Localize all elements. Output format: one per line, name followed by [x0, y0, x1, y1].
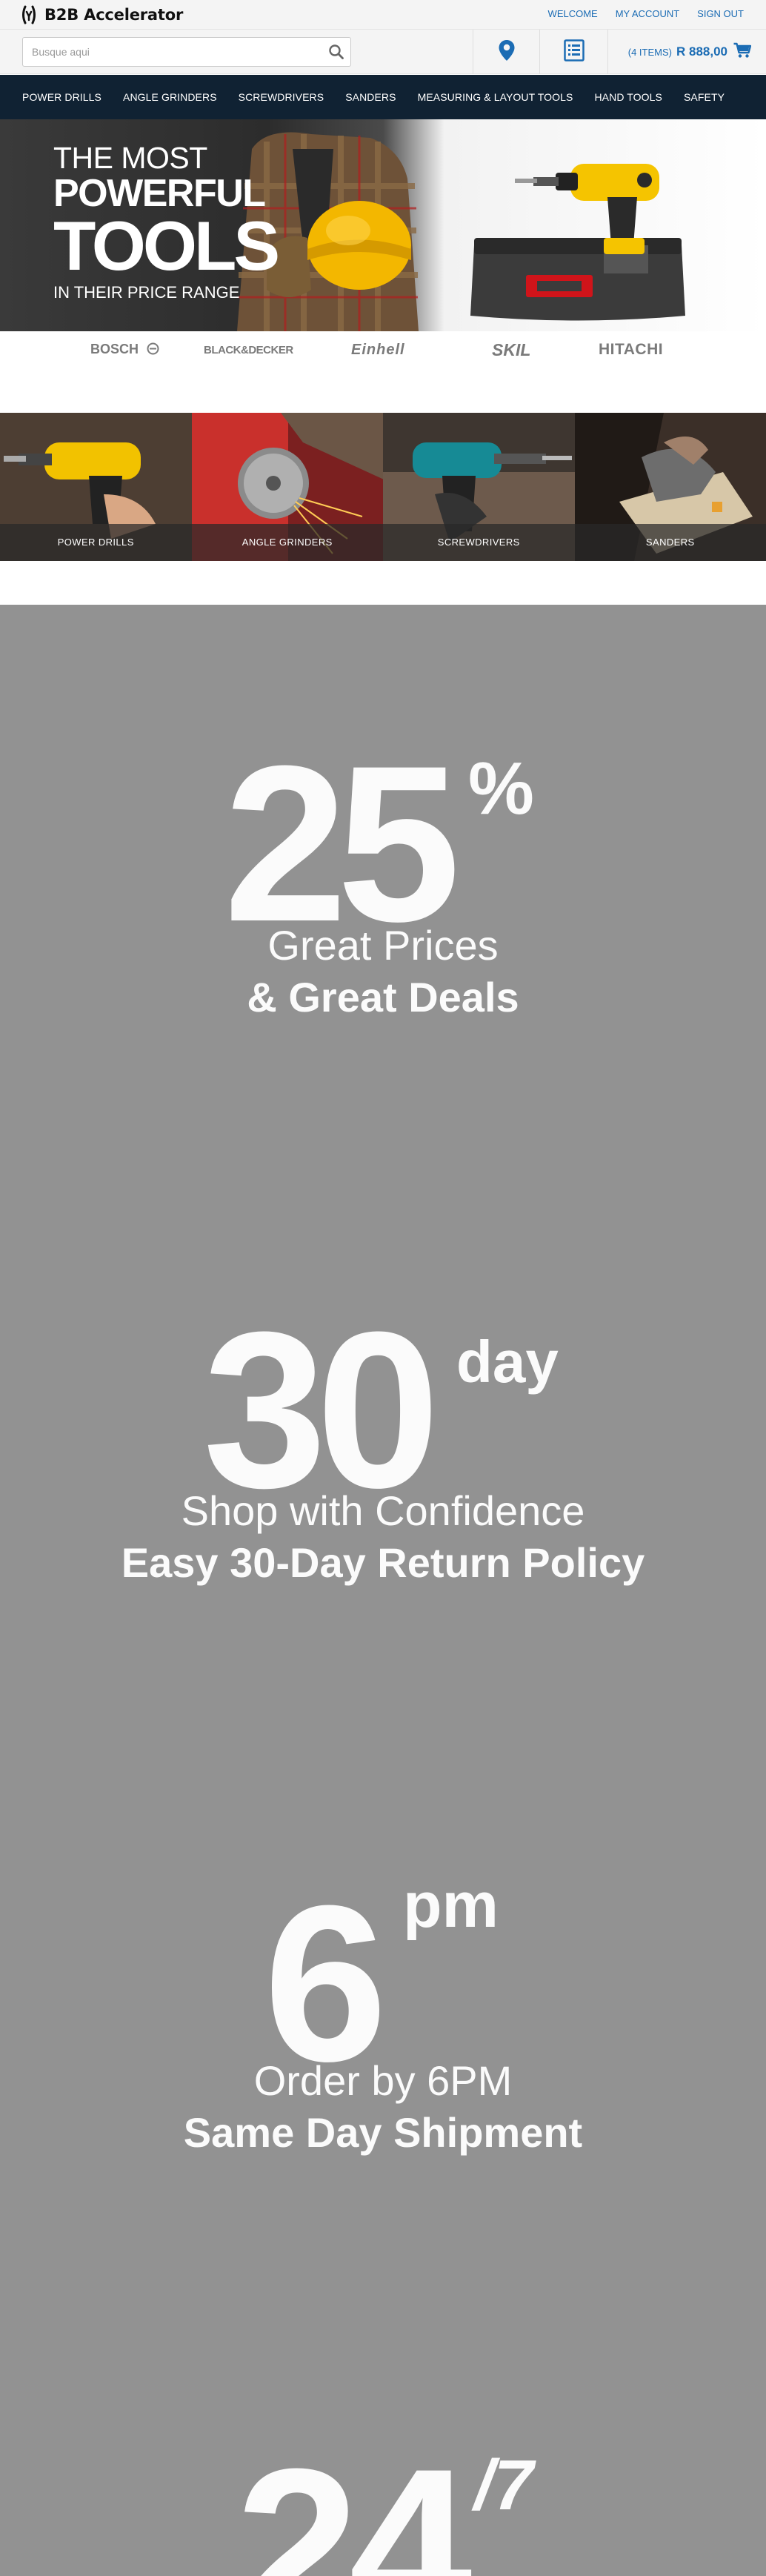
category-tiles: POWER DRILLS ANGLE GRINDERS SCREWDRIVERS…	[0, 413, 766, 561]
brand-black-decker[interactable]: BLACK&DECKER	[204, 344, 293, 356]
brand-hitachi[interactable]: HITACHI	[599, 341, 663, 359]
promo-line-1: Shop with Confidence	[181, 1487, 585, 1534]
brand-einhell-label: Einhell	[351, 342, 405, 358]
welcome-link[interactable]: WELCOME	[548, 8, 598, 19]
map-pin-icon	[498, 39, 516, 65]
logo-text: B2B Accelerator	[44, 6, 184, 24]
nav-item-power-drills[interactable]: POWER DRILLS	[22, 91, 101, 103]
shopping-cart-icon	[733, 42, 752, 62]
category-label: SCREWDRIVERS	[383, 524, 575, 561]
nav-item-measuring-layout-tools[interactable]: MEASURING & LAYOUT TOOLS	[418, 91, 573, 103]
nav-item-hand-tools[interactable]: HAND TOOLS	[594, 91, 662, 103]
category-tile-power-drills[interactable]: POWER DRILLS	[0, 413, 192, 561]
top-bar: B2B Accelerator WELCOME MY ACCOUNT SIGN …	[0, 0, 766, 30]
logo-icon	[21, 5, 37, 24]
nav-item-angle-grinders[interactable]: ANGLE GRINDERS	[123, 91, 217, 103]
promo-number: 25	[224, 719, 461, 968]
nav-item-screwdrivers[interactable]: SCREWDRIVERS	[239, 91, 324, 103]
my-account-link[interactable]: MY ACCOUNT	[616, 8, 679, 19]
cart-total: R 888,00	[676, 44, 727, 59]
hero-banner[interactable]: THE MOST POWERFUL TOOLS IN THEIR PRICE R…	[0, 119, 766, 331]
cart-item-count: (4 ITEMS)	[627, 46, 672, 58]
brand-skil[interactable]: SKIL	[492, 340, 530, 360]
promo-number: 24	[236, 2422, 473, 2576]
promo-suffix: pm	[403, 1870, 499, 1941]
promo-suffix: /7	[474, 2446, 534, 2525]
promo-line-2: Easy 30-Day Return Policy	[121, 1539, 645, 1586]
list-icon	[563, 39, 585, 65]
brand-black-decker-label: BLACK&DECKER	[204, 344, 293, 356]
promo-suffix: %	[468, 747, 534, 830]
promo-line-2: Same Day Shipment	[183, 2109, 583, 2156]
category-tile-screwdrivers[interactable]: SCREWDRIVERS	[383, 413, 575, 561]
brand-strip: BOSCH BLACK&DECKER Einhell SKIL HITACHI	[0, 331, 766, 376]
search-box	[22, 37, 351, 67]
promo-suffix: day	[456, 1329, 559, 1395]
search-input[interactable]	[23, 38, 319, 66]
search-icon[interactable]	[328, 44, 344, 60]
nav-item-safety[interactable]: SAFETY	[684, 91, 725, 103]
category-label: POWER DRILLS	[0, 524, 192, 561]
order-list-button[interactable]	[539, 30, 607, 74]
promo-section: 25 % Great Prices & Great Deals 30 day S…	[0, 605, 766, 2576]
main-navigation: POWER DRILLS ANGLE GRINDERS SCREWDRIVERS…	[0, 75, 766, 119]
sign-out-link[interactable]: SIGN OUT	[697, 8, 744, 19]
mini-cart[interactable]: (4 ITEMS) R 888,00	[607, 30, 766, 74]
category-label: SANDERS	[574, 524, 766, 561]
logo[interactable]: B2B Accelerator	[21, 5, 183, 24]
brand-bosch-label: BOSCH	[90, 342, 139, 356]
promo-line-2: & Great Deals	[247, 974, 519, 1020]
brand-einhell[interactable]: Einhell	[351, 342, 405, 359]
category-tile-angle-grinders[interactable]: ANGLE GRINDERS	[191, 413, 383, 561]
nav-item-sanders[interactable]: SANDERS	[345, 91, 396, 103]
promo-line-1: Order by 6PM	[253, 2057, 513, 2104]
header: (4 ITEMS) R 888,00	[0, 30, 766, 74]
brand-hitachi-label: HITACHI	[599, 341, 664, 358]
brand-skil-label: SKIL	[492, 340, 531, 359]
promo-line-1: Great Prices	[267, 922, 499, 969]
hero-line-3: TOOLS	[53, 207, 280, 285]
category-label: ANGLE GRINDERS	[191, 524, 383, 561]
store-locator-button[interactable]	[473, 30, 539, 74]
category-tile-sanders[interactable]: SANDERS	[574, 413, 766, 561]
brand-bosch[interactable]: BOSCH	[90, 342, 159, 359]
bosch-emblem-icon	[147, 342, 159, 359]
account-links: WELCOME MY ACCOUNT SIGN OUT	[530, 8, 744, 19]
hero-headline: THE MOST POWERFUL TOOLS IN THEIR PRICE R…	[53, 141, 280, 305]
drill-kit-image	[470, 164, 685, 321]
hero-line-1: THE MOST	[53, 141, 207, 175]
